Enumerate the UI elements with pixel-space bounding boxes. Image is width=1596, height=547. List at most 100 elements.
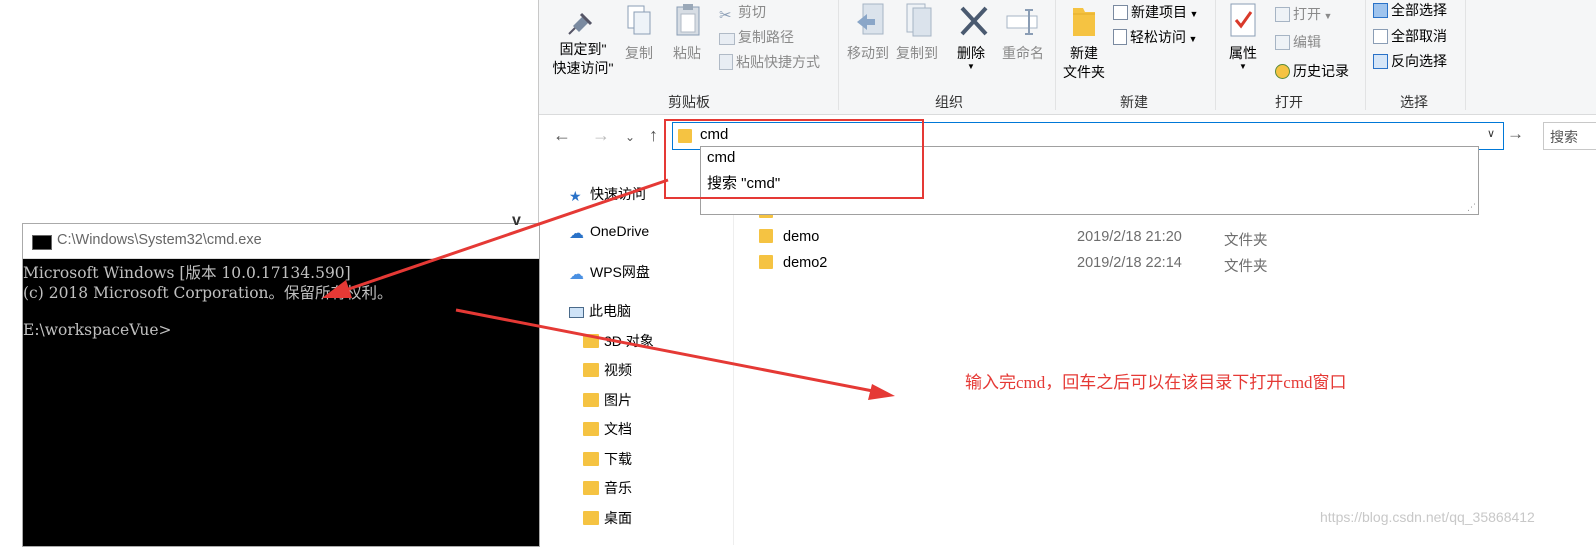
paste-shortcut-icon xyxy=(719,54,733,70)
chevron-down-icon: ▼ xyxy=(1321,11,1333,21)
copy-icon xyxy=(627,5,651,35)
easy-access-button[interactable]: 轻松访问 ▼ xyxy=(1113,27,1197,47)
nav-pane-divider xyxy=(733,158,734,545)
copy-label: 复制 xyxy=(625,45,653,61)
search-placeholder: 搜索 xyxy=(1550,129,1578,145)
cmd-output-line: Microsoft Windows [版本 10.0.17134.590] xyxy=(23,264,351,282)
select-none-icon xyxy=(1373,29,1388,44)
nav-onedrive-label: OneDrive xyxy=(590,223,650,239)
nav-videos[interactable]: 视频 xyxy=(583,360,632,380)
clipboard-icon xyxy=(676,4,700,36)
nav-pictures[interactable]: 图片 xyxy=(583,390,632,410)
cmd-prompt[interactable]: E:\workspaceVue> xyxy=(23,321,171,339)
file-name: demo2 xyxy=(783,255,828,271)
open-group-label: 打开 xyxy=(1275,94,1303,110)
table-row[interactable]: demo2 2019/2/18 22:14 文件夹 xyxy=(759,255,1268,275)
wps-cloud-icon: ☁ xyxy=(569,266,584,283)
paste-shortcut-button[interactable]: 粘贴快捷方式 xyxy=(719,52,820,72)
invert-selection-button[interactable]: 反向选择 xyxy=(1373,51,1447,71)
nav-onedrive[interactable]: ☁ OneDrive xyxy=(569,223,650,242)
cmd-icon xyxy=(32,235,52,250)
properties-label: 属性 xyxy=(1229,45,1257,61)
occluded-text: v xyxy=(512,212,521,229)
forward-arrow-icon[interactable]: → xyxy=(592,125,610,146)
nav-pictures-label: 图片 xyxy=(604,392,632,408)
nav-quick-access[interactable]: ★ 快速访问 xyxy=(569,184,646,204)
delete-icon xyxy=(960,6,988,36)
up-arrow-icon[interactable]: ↑ xyxy=(649,125,658,146)
nav-documents[interactable]: 文档 xyxy=(583,419,632,439)
ribbon: 固定到" 快速访问" 复制 粘贴 ✂ 剪切 复制路径 粘贴快捷方式 剪贴板 移动到… xyxy=(539,0,1596,115)
nav-wps[interactable]: ☁ WPS网盘 xyxy=(569,262,650,283)
pin-label-line2: 快速访问" xyxy=(552,60,614,76)
nav-music-label: 音乐 xyxy=(604,480,632,496)
watermark: https://blog.csdn.net/qq_35868412 xyxy=(1320,509,1535,525)
select-none-button[interactable]: 全部取消 xyxy=(1373,26,1447,46)
edit-button[interactable]: 编辑 xyxy=(1275,32,1321,52)
scissors-icon: ✂ xyxy=(719,7,732,24)
recent-locations-chevron-icon[interactable]: ⌄ xyxy=(625,130,635,144)
copy-path-label: 复制路径 xyxy=(738,29,794,45)
new-folder-button[interactable]: 新建 文件夹 xyxy=(1057,44,1111,82)
rename-icon xyxy=(1006,9,1038,35)
rename-button[interactable]: 重命名 xyxy=(995,44,1051,63)
properties-icon xyxy=(1230,3,1256,37)
nav-this-pc[interactable]: 此电脑 xyxy=(569,301,631,321)
copy-path-button[interactable]: 复制路径 xyxy=(719,27,794,47)
chevron-down-icon: ▼ xyxy=(1187,9,1199,19)
computer-icon xyxy=(569,307,584,318)
group-divider xyxy=(1055,0,1056,110)
resize-grip-icon[interactable]: ⋰ xyxy=(1467,202,1476,213)
cut-button[interactable]: ✂ 剪切 xyxy=(719,2,766,24)
group-divider xyxy=(1365,0,1366,110)
properties-button[interactable]: 属性 ▼ xyxy=(1221,44,1265,71)
cmd-output-line: (c) 2018 Microsoft Corporation。保留所有权利。 xyxy=(23,284,393,302)
open-button[interactable]: 打开 ▼ xyxy=(1275,4,1332,24)
cmd-window: C:\Windows\System32\cmd.exe Microsoft Wi… xyxy=(22,223,540,547)
open-label: 打开 xyxy=(1293,6,1321,22)
nav-3d-objects[interactable]: 3D 对象 xyxy=(583,331,654,351)
delete-label: 删除 xyxy=(957,45,985,61)
desktop-icon xyxy=(583,511,599,525)
select-none-label: 全部取消 xyxy=(1391,28,1447,44)
copy-button[interactable]: 复制 xyxy=(619,44,659,63)
move-to-button[interactable]: 移动到 xyxy=(844,44,892,63)
back-arrow-icon[interactable]: ← xyxy=(553,125,571,146)
new-folder-line1: 新建 xyxy=(1070,45,1098,61)
copy-to-button[interactable]: 复制到 xyxy=(893,44,941,63)
select-all-icon xyxy=(1373,3,1388,18)
nav-downloads[interactable]: 下载 xyxy=(583,449,632,469)
pin-label-line1: 固定到" xyxy=(559,41,607,57)
history-button[interactable]: 历史记录 xyxy=(1275,61,1349,81)
address-dropdown-chevron-icon[interactable]: ∨ xyxy=(1487,127,1495,140)
open-icon xyxy=(1275,7,1290,22)
select-all-label: 全部选择 xyxy=(1391,2,1447,18)
file-date: 2019/2/18 22:14 xyxy=(1077,255,1182,271)
paste-button[interactable]: 粘贴 xyxy=(667,44,707,63)
folder-icon xyxy=(759,229,773,243)
select-all-button[interactable]: 全部选择 xyxy=(1373,0,1447,20)
delete-button[interactable]: 删除 ▼ xyxy=(951,44,991,71)
nav-music[interactable]: 音乐 xyxy=(583,478,632,498)
cmd-titlebar[interactable]: C:\Windows\System32\cmd.exe xyxy=(23,224,539,259)
history-label: 历史记录 xyxy=(1293,63,1349,79)
clipboard-group-label: 剪贴板 xyxy=(668,94,710,110)
nav-desktop[interactable]: 桌面 xyxy=(583,508,632,528)
pin-to-quick-access-button[interactable]: 固定到" 快速访问" xyxy=(547,40,619,78)
move-to-icon xyxy=(857,3,884,35)
new-item-button[interactable]: 新建项目 ▼ xyxy=(1113,2,1198,22)
paste-shortcut-label: 粘贴快捷方式 xyxy=(736,54,820,70)
invert-selection-icon xyxy=(1373,54,1388,69)
file-explorer-window: 固定到" 快速访问" 复制 粘贴 ✂ 剪切 复制路径 粘贴快捷方式 剪贴板 移动到… xyxy=(538,0,1596,545)
easy-access-icon xyxy=(1113,29,1127,45)
go-arrow-icon[interactable]: → xyxy=(1507,124,1524,144)
edit-icon xyxy=(1275,35,1290,50)
nav-desktop-label: 桌面 xyxy=(604,510,632,526)
copy-to-label: 复制到 xyxy=(896,45,938,61)
table-row[interactable]: demo 2019/2/18 21:20 文件夹 xyxy=(759,229,1268,249)
search-input[interactable]: 搜索 xyxy=(1543,122,1596,150)
new-item-icon xyxy=(1113,5,1128,20)
group-divider xyxy=(838,0,839,110)
new-folder-icon xyxy=(1073,8,1095,36)
invert-selection-label: 反向选择 xyxy=(1391,53,1447,69)
